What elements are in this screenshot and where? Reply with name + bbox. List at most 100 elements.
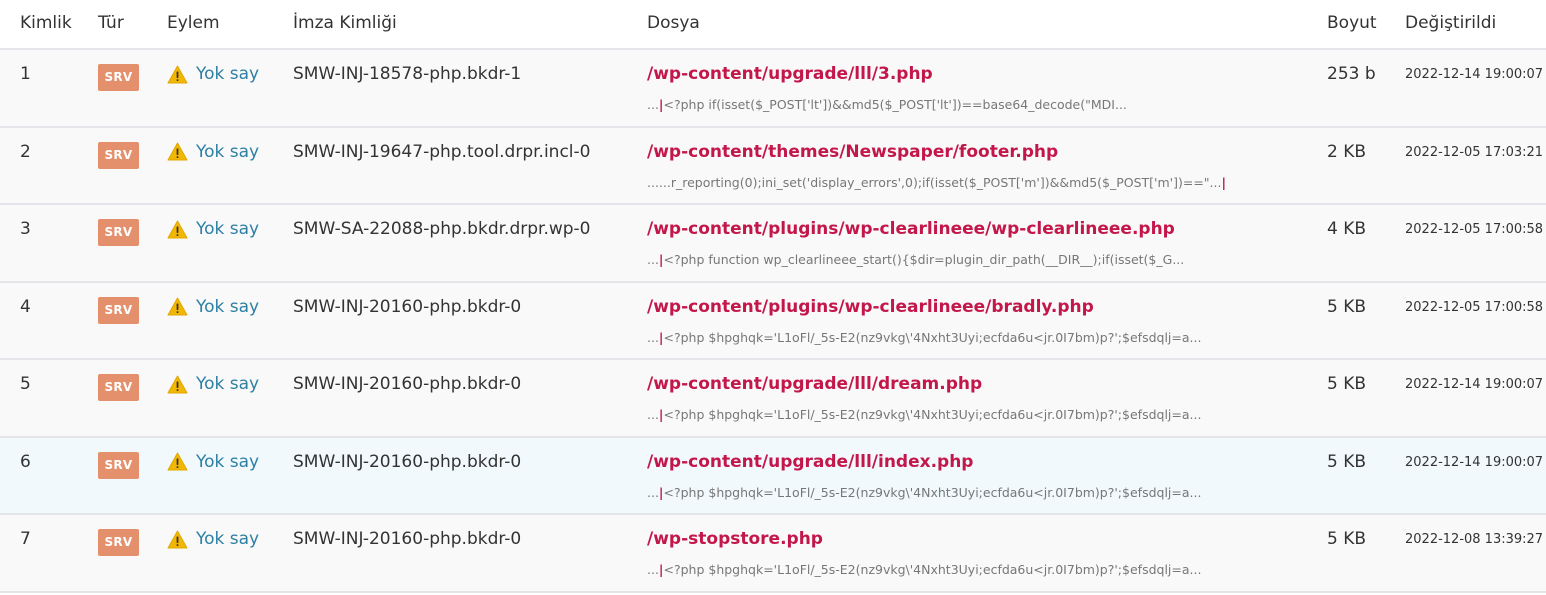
ignore-action-link[interactable]: Yok say [167,64,259,84]
ignore-action-link[interactable]: Yok say [167,374,259,394]
signature-id: SMW-INJ-20160-php.bkdr-0 [293,451,522,472]
snippet-prefix: ... [647,407,659,422]
warning-triangle-icon [167,375,188,393]
modified-date: 2022-12-14 19:00:07 [1405,377,1544,392]
ignore-action-label: Yok say [196,219,260,239]
file-path-link[interactable]: /wp-content/plugins/wp-clearlineee/wp-cl… [647,219,1175,239]
ignore-action-link[interactable]: Yok say [167,297,259,317]
snippet-text: <?php $hpghqk='L1oFl/_5s-E2(nz9vkg\'4Nxh… [663,562,1202,577]
modified-date: 2022-12-05 17:03:21 [1405,144,1544,160]
warning-triangle-icon [167,297,188,316]
file-path-link[interactable]: /wp-content/upgrade/lll/3.php [647,64,933,84]
warning-triangle-icon [167,530,188,548]
type-badge: SRV [98,374,139,401]
snippet-text: <?php if(isset($_POST['lt'])&&md5($_POST… [663,97,1127,112]
file-size: 253 b [1327,64,1376,84]
column-header-file[interactable]: Dosya [647,13,700,33]
snippet-prefix: ......r_reporting(0);ini_set('display_er… [647,174,1222,190]
code-snippet: ...|<?php $hpghqk='L1oFl/_5s-E2(nz9vkg\'… [647,330,1201,345]
file-path-link[interactable]: /wp-content/upgrade/lll/index.php [647,452,973,472]
column-header-size[interactable]: Boyut [1327,13,1377,33]
type-badge: SRV [98,64,139,91]
snippet-prefix: ... [647,562,659,577]
row-id: 7 [20,529,31,549]
ignore-action-label: Yok say [196,141,260,162]
file-size: 2 KB [1327,141,1367,162]
file-size: 5 KB [1327,451,1367,472]
snippet-text: <?php $hpghqk='L1oFl/_5s-E2(nz9vkg\'4Nxh… [663,329,1202,345]
row-id: 6 [20,451,31,472]
warning-triangle-icon [167,142,188,161]
signature-id: SMW-SA-22088-php.bkdr.drpr.wp-0 [293,219,591,239]
modified-date: 2022-12-08 13:39:27 [1405,532,1544,547]
snippet-prefix: ... [647,97,659,112]
ignore-action-link[interactable]: Yok say [167,142,259,162]
modified-date: 2022-12-14 19:00:07 [1405,67,1544,82]
modified-date: 2022-12-14 19:00:07 [1405,454,1544,470]
ignore-action-link[interactable]: Yok say [167,452,259,472]
file-size: 5 KB [1327,374,1367,394]
row-id: 4 [20,296,31,317]
table-row: 3 SRV Yok say SMW-SA-22088-php.bkdr.drpr… [0,205,1546,283]
ignore-action-label: Yok say [196,451,260,472]
snippet-text: <?php function wp_clearlineee_start(){$d… [663,252,1185,267]
snippet-prefix: ... [647,252,659,267]
table-body: 1 SRV Yok say SMW-INJ-18578-php.bkdr-1 /… [0,50,1546,593]
code-snippet: ...|<?php $hpghqk='L1oFl/_5s-E2(nz9vkg\'… [647,485,1201,500]
code-snippet: ...|<?php $hpghqk='L1oFl/_5s-E2(nz9vkg\'… [647,562,1201,577]
file-path-link[interactable]: /wp-content/plugins/wp-clearlineee/bradl… [647,297,1094,317]
type-badge: SRV [98,296,139,324]
signature-id: SMW-INJ-19647-php.tool.drpr.incl-0 [293,141,591,162]
file-size: 4 KB [1327,219,1367,239]
warning-triangle-icon [167,65,188,83]
file-size: 5 KB [1327,529,1367,549]
type-badge: SRV [98,141,139,169]
table-row: 2 SRV Yok say SMW-INJ-19647-php.tool.drp… [0,127,1546,205]
table-row: 6 SRV Yok say SMW-INJ-20160-php.bkdr-0 /… [0,437,1546,515]
file-path-link[interactable]: /wp-stopstore.php [647,529,823,549]
row-id: 3 [20,219,31,239]
ignore-action-link[interactable]: Yok say [167,219,259,239]
file-path-link[interactable]: /wp-content/themes/Newspaper/footer.php [647,142,1058,162]
ignore-action-link[interactable]: Yok say [167,529,259,549]
scan-results-table: Kimlik Tür Eylem İmza Kimliği Dosya Boyu… [0,0,1546,593]
code-snippet: ...|<?php if(isset($_POST['lt'])&&md5($_… [647,97,1127,112]
type-badge: SRV [98,529,139,556]
code-snippet: ...|<?php $hpghqk='L1oFl/_5s-E2(nz9vkg\'… [647,407,1201,422]
snippet-prefix: ... [647,484,659,500]
warning-triangle-icon [167,452,188,471]
table-row: 5 SRV Yok say SMW-INJ-20160-php.bkdr-0 /… [0,360,1546,438]
ignore-action-label: Yok say [196,374,260,394]
signature-id: SMW-INJ-20160-php.bkdr-0 [293,529,522,549]
ignore-action-label: Yok say [196,529,260,549]
table-row: 4 SRV Yok say SMW-INJ-20160-php.bkdr-0 /… [0,282,1546,360]
column-header-id[interactable]: Kimlik [20,13,72,33]
column-header-action[interactable]: Eylem [167,13,220,33]
signature-id: SMW-INJ-20160-php.bkdr-0 [293,374,522,394]
modified-date: 2022-12-05 17:00:58 [1405,222,1544,237]
signature-id: SMW-INJ-18578-php.bkdr-1 [293,64,522,84]
warning-triangle-icon [167,220,188,238]
column-header-modified[interactable]: Değiştirildi [1405,13,1496,33]
column-header-signature[interactable]: İmza Kimliği [293,13,397,33]
row-id: 5 [20,374,31,394]
snippet-text: <?php $hpghqk='L1oFl/_5s-E2(nz9vkg\'4Nxh… [663,407,1202,422]
type-badge: SRV [98,451,139,479]
file-size: 5 KB [1327,296,1367,317]
row-id: 1 [20,64,31,84]
snippet-prefix: ... [647,329,659,345]
table-row: 1 SRV Yok say SMW-INJ-18578-php.bkdr-1 /… [0,50,1546,128]
ignore-action-label: Yok say [196,296,260,317]
code-snippet: ...|<?php function wp_clearlineee_start(… [647,252,1184,267]
file-path-link[interactable]: /wp-content/upgrade/lll/dream.php [647,374,982,394]
row-id: 2 [20,141,31,162]
signature-id: SMW-INJ-20160-php.bkdr-0 [293,296,522,317]
column-header-type[interactable]: Tür [98,13,124,33]
snippet-text: <?php $hpghqk='L1oFl/_5s-E2(nz9vkg\'4Nxh… [663,484,1202,500]
table-header: Kimlik Tür Eylem İmza Kimliği Dosya Boyu… [0,0,1546,50]
snippet-separator: | [1221,174,1227,190]
type-badge: SRV [98,219,139,246]
table-row: 7 SRV Yok say SMW-INJ-20160-php.bkdr-0 /… [0,515,1546,593]
code-snippet: ......r_reporting(0);ini_set('display_er… [647,175,1226,190]
modified-date: 2022-12-05 17:00:58 [1405,299,1544,315]
